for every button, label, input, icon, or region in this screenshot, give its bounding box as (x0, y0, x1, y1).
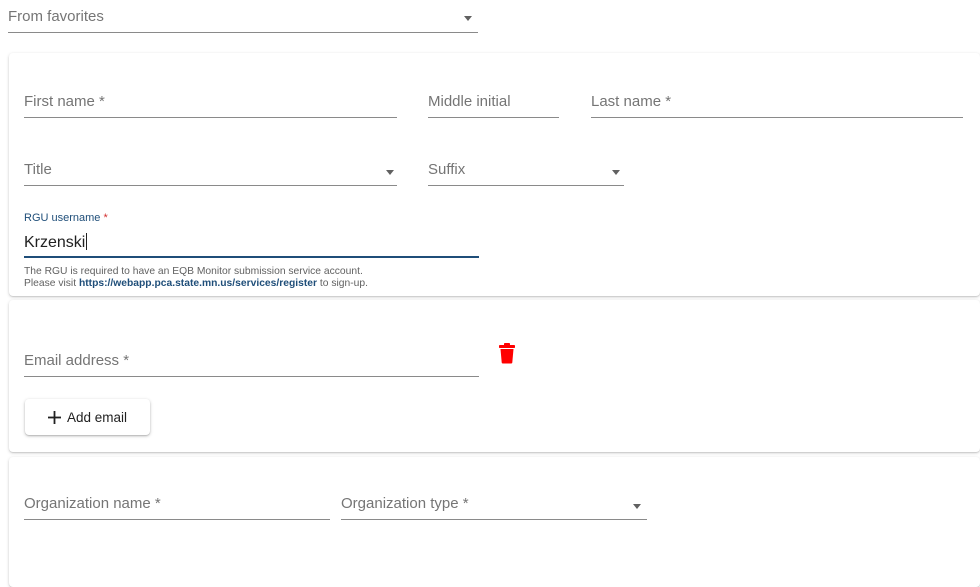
organization-name-field[interactable]: Organization name * (24, 487, 330, 521)
favorites-select[interactable]: From favorites (8, 0, 478, 34)
chevron-down-icon (633, 504, 641, 509)
rgu-hint-suffix: to sign-up. (317, 278, 368, 289)
plus-icon (47, 410, 61, 424)
organization-type-underline (341, 519, 647, 520)
middle-initial-underline (428, 117, 559, 118)
first-name-underline (24, 117, 397, 118)
email-address-field[interactable]: Email address * (24, 344, 479, 378)
rgu-username-label: RGU username * (24, 212, 108, 224)
favorites-underline (8, 32, 478, 33)
add-email-label: Add email (66, 409, 128, 425)
middle-initial-field[interactable]: Middle initial (428, 85, 559, 119)
rgu-username-field[interactable]: RGU username * Krzenski (24, 208, 479, 260)
last-name-label: Last name * (591, 93, 672, 110)
rgu-hint-line2: Please visit https://webapp.pca.state.mn… (24, 278, 368, 290)
organization-type-select[interactable]: Organization type * (341, 487, 647, 521)
register-link[interactable]: https://webapp.pca.state.mn.us/services/… (79, 278, 317, 289)
chevron-down-icon (386, 170, 394, 175)
rgu-hint-line1: The RGU is required to have an EQB Monit… (24, 266, 363, 277)
rgu-username-focus-line (24, 256, 479, 258)
trash-icon (499, 343, 515, 364)
organization-type-label: Organization type * (341, 495, 469, 512)
title-underline (24, 185, 397, 186)
rgu-username-label-text: RGU username (24, 212, 101, 224)
suffix-label: Suffix (428, 161, 466, 178)
suffix-select[interactable]: Suffix (428, 153, 624, 187)
organization-card (9, 457, 980, 587)
middle-initial-label: Middle initial (428, 93, 511, 110)
rgu-hint: The RGU is required to have an EQB Monit… (24, 266, 368, 290)
chevron-down-icon (612, 170, 620, 175)
chevron-down-icon (464, 16, 472, 21)
last-name-underline (591, 117, 963, 118)
organization-name-underline (24, 519, 330, 520)
delete-email-button[interactable] (497, 342, 517, 364)
title-select[interactable]: Title (24, 153, 397, 187)
rgu-username-value: Krzenski (24, 233, 88, 252)
required-asterisk: * (103, 212, 108, 224)
email-address-underline (24, 376, 479, 377)
title-label: Title (24, 161, 52, 178)
last-name-field[interactable]: Last name * (591, 85, 963, 119)
suffix-underline (428, 185, 624, 186)
rgu-username-text: Krzenski (24, 234, 86, 251)
text-cursor (86, 233, 88, 250)
add-email-button[interactable]: Add email (25, 399, 150, 435)
email-address-label: Email address * (24, 352, 130, 369)
organization-name-label: Organization name * (24, 495, 161, 512)
favorites-select-label: From favorites (8, 8, 104, 25)
first-name-field[interactable]: First name * (24, 85, 397, 119)
first-name-label: First name * (24, 93, 105, 110)
rgu-hint-prefix: Please visit (24, 278, 79, 289)
